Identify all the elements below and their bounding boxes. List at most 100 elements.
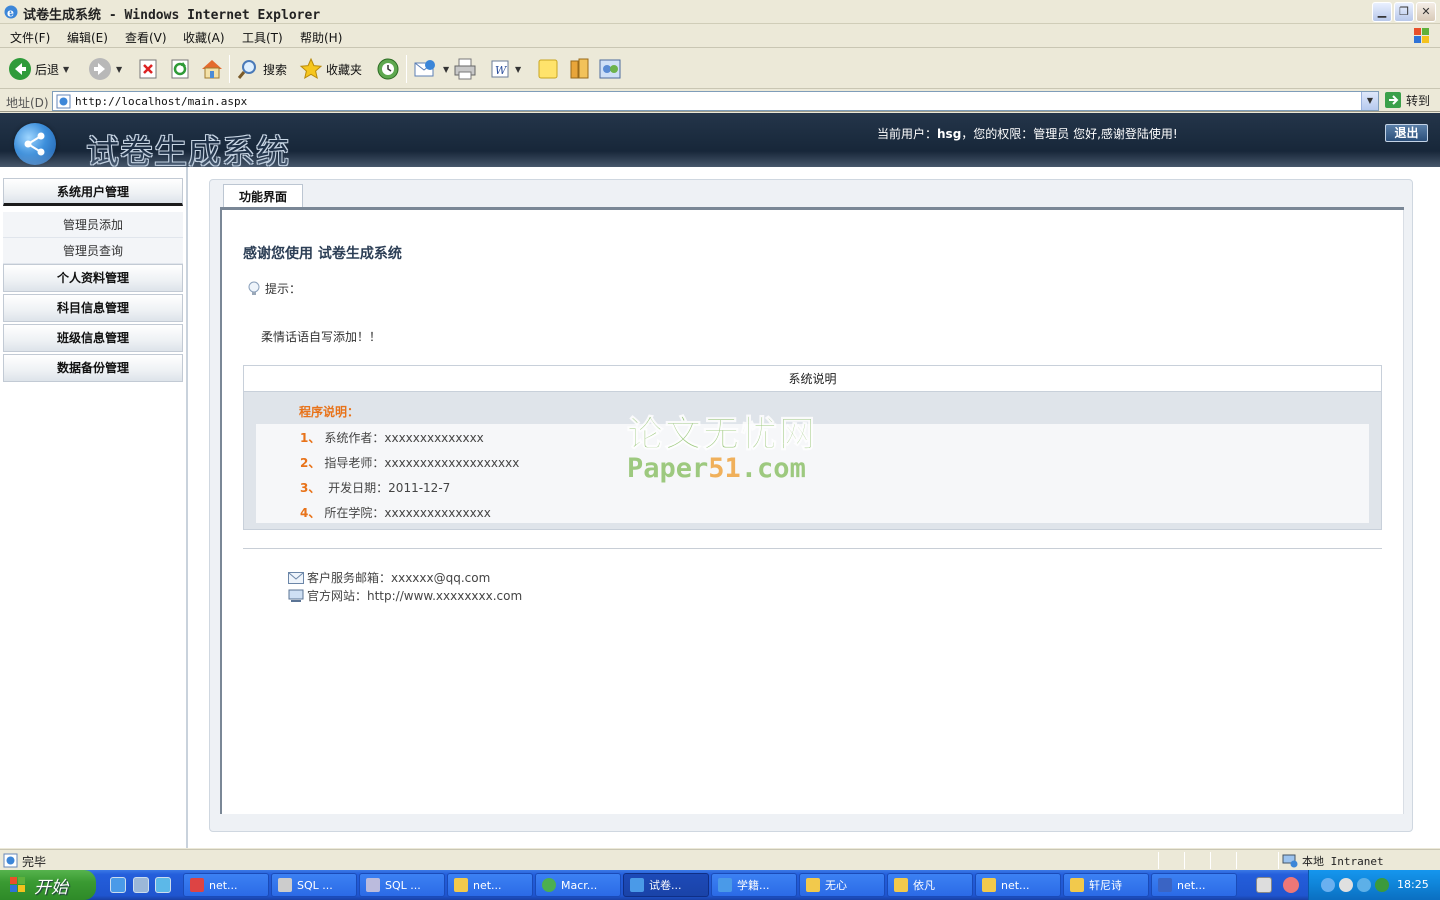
refresh-button[interactable] bbox=[169, 55, 191, 83]
edit-dropdown-icon[interactable]: ▼ bbox=[515, 65, 521, 74]
address-dropdown-icon[interactable]: ▼ bbox=[1361, 92, 1378, 110]
window-titlebar: e 试卷生成系统 - Windows Internet Explorer ▁ ❐… bbox=[0, 0, 1440, 24]
discuss-button[interactable] bbox=[536, 55, 560, 83]
print-button[interactable] bbox=[453, 55, 477, 83]
list-item: 3、 开发日期：2011-12-7 bbox=[300, 481, 451, 495]
window-title: 试卷生成系统 - Windows Internet Explorer bbox=[23, 8, 321, 23]
sidebar-group-system-users[interactable]: 系统用户管理 bbox=[3, 178, 183, 206]
volume-icon[interactable] bbox=[1339, 878, 1353, 892]
svg-text:W: W bbox=[495, 64, 508, 77]
sidebar-item-admin-add[interactable]: 管理员添加 bbox=[3, 212, 183, 238]
website-icon bbox=[288, 589, 304, 602]
svg-text:e: e bbox=[7, 7, 14, 20]
sidebar-group-classes[interactable]: 班级信息管理 bbox=[3, 324, 183, 352]
taskbar: 开始 net... SQL ... SQL ... net... Macr...… bbox=[0, 870, 1440, 900]
back-button[interactable]: 后退 ▼ bbox=[8, 55, 69, 83]
go-button[interactable]: 转到 bbox=[1384, 91, 1430, 109]
task-net-2[interactable]: net... bbox=[447, 873, 533, 897]
network-icon[interactable] bbox=[1321, 878, 1335, 892]
forward-button[interactable]: ▼ bbox=[88, 55, 122, 83]
security-zone[interactable]: 本地 Intranet bbox=[1282, 853, 1384, 869]
desktop-quicklaunch-icon[interactable] bbox=[133, 877, 149, 893]
status-bar: 完毕 本地 Intranet bbox=[0, 849, 1440, 870]
restore-button[interactable]: ❐ bbox=[1394, 2, 1414, 22]
task-net-3[interactable]: net... bbox=[975, 873, 1061, 897]
task-sql-1[interactable]: SQL ... bbox=[271, 873, 357, 897]
favorites-button[interactable]: 收藏夹 bbox=[299, 55, 362, 83]
messenger-icon bbox=[599, 59, 621, 79]
address-input[interactable]: http://localhost/main.aspx ▼ bbox=[52, 91, 1379, 111]
home-button[interactable] bbox=[200, 55, 224, 83]
program-title: 程序说明： bbox=[299, 405, 360, 419]
user-info: 当前用户：hsg，您的权限：管理员 您好,感谢登陆使用! bbox=[877, 127, 1178, 141]
sidebar-group-profile[interactable]: 个人资料管理 bbox=[3, 264, 183, 292]
messenger-tray-icon[interactable] bbox=[1357, 878, 1371, 892]
search-button[interactable]: 搜索 bbox=[236, 55, 287, 83]
outlook-quicklaunch-icon[interactable] bbox=[155, 877, 171, 893]
tender-text: 柔情话语自写添加！！ bbox=[261, 330, 382, 344]
search-icon bbox=[237, 60, 256, 79]
tray-collapse-icon[interactable] bbox=[1283, 877, 1299, 893]
keyboard-icon[interactable] bbox=[1256, 877, 1272, 893]
list-item: 4、 所在学院：xxxxxxxxxxxxxxx bbox=[300, 506, 491, 520]
back-arrow-icon bbox=[9, 58, 31, 80]
content-area: 感谢您使用 试卷生成系统 提示： 柔情话语自写添加！！ 系统说明 程序说明： 1… bbox=[220, 210, 1404, 814]
main-panel: 功能界面 感谢您使用 试卷生成系统 提示： 柔情话语自写添加！！ 系统说明 程序… bbox=[209, 179, 1413, 832]
refresh-icon bbox=[171, 59, 189, 79]
edit-button[interactable]: W ▼ bbox=[489, 55, 521, 83]
page-done-icon bbox=[3, 853, 18, 868]
sidebar: 系统用户管理 管理员添加 管理员查询 个人资料管理 科目信息管理 班级信息管理 … bbox=[0, 167, 188, 848]
forward-dropdown-icon[interactable]: ▼ bbox=[116, 65, 122, 74]
history-button[interactable] bbox=[376, 55, 400, 83]
menu-tools[interactable]: 工具(T) bbox=[242, 29, 283, 46]
logo-icon bbox=[14, 123, 56, 165]
clock: 18:25 bbox=[1397, 878, 1429, 891]
task-xueji[interactable]: 学籍... bbox=[711, 873, 797, 897]
standard-toolbar: 后退 ▼ ▼ 搜索 收藏夹 ▼ W ▼ bbox=[0, 49, 1440, 89]
menu-file[interactable]: 文件(F) bbox=[10, 29, 50, 46]
task-exam-ie[interactable]: 试卷... bbox=[623, 873, 709, 897]
back-dropdown-icon[interactable]: ▼ bbox=[63, 65, 69, 74]
messenger-button[interactable] bbox=[598, 55, 622, 83]
task-sql-2[interactable]: SQL ... bbox=[359, 873, 445, 897]
shield-icon[interactable] bbox=[1375, 878, 1389, 892]
minimize-button[interactable]: ▁ bbox=[1372, 2, 1392, 22]
word-icon: W bbox=[491, 60, 509, 78]
close-button[interactable]: ✕ bbox=[1416, 2, 1436, 22]
menu-favorites[interactable]: 收藏(A) bbox=[183, 29, 225, 46]
ie-quicklaunch-icon[interactable] bbox=[110, 877, 126, 893]
task-macromedia[interactable]: Macr... bbox=[535, 873, 621, 897]
task-yifan[interactable]: 依凡 bbox=[887, 873, 973, 897]
sidebar-group-subjects[interactable]: 科目信息管理 bbox=[3, 294, 183, 322]
watermark-logo: 论文无忧网 Paper51.com bbox=[627, 414, 818, 485]
web-page: 试卷生成系统 当前用户：hsg，您的权限：管理员 您好,感谢登陆使用! 退出 系… bbox=[0, 113, 1440, 848]
history-icon bbox=[377, 58, 399, 80]
page-header: 试卷生成系统 当前用户：hsg，您的权限：管理员 您好,感谢登陆使用! 退出 bbox=[0, 113, 1440, 171]
stop-button[interactable] bbox=[137, 55, 159, 83]
task-wuxin[interactable]: 无心 bbox=[799, 873, 885, 897]
task-net-word[interactable]: net... bbox=[1151, 873, 1237, 897]
system-info-header: 系统说明 bbox=[244, 366, 1381, 392]
sidebar-item-admin-query[interactable]: 管理员查询 bbox=[3, 238, 183, 264]
note-icon bbox=[538, 59, 558, 79]
research-button[interactable] bbox=[568, 55, 592, 83]
stop-icon bbox=[139, 59, 157, 79]
hint-row: 提示： bbox=[247, 280, 301, 297]
books-icon bbox=[570, 58, 589, 79]
address-bar: 地址(D) http://localhost/main.aspx ▼ 转到 bbox=[0, 90, 1440, 112]
page-icon bbox=[56, 94, 71, 109]
menu-edit[interactable]: 编辑(E) bbox=[67, 29, 108, 46]
mail-dropdown-icon[interactable]: ▼ bbox=[443, 65, 449, 74]
tab-function[interactable]: 功能界面 bbox=[223, 184, 303, 208]
contact-email: 客户服务邮箱：xxxxxx@qq.com bbox=[288, 569, 490, 586]
current-username: hsg bbox=[937, 127, 962, 141]
logout-button[interactable]: 退出 bbox=[1385, 124, 1428, 142]
mail-button[interactable]: ▼ bbox=[413, 55, 449, 83]
task-net-1[interactable]: net... bbox=[183, 873, 269, 897]
menu-help[interactable]: 帮助(H) bbox=[300, 29, 342, 46]
sidebar-group-backup[interactable]: 数据备份管理 bbox=[3, 354, 183, 382]
menu-view[interactable]: 查看(V) bbox=[125, 29, 167, 46]
task-xuanni[interactable]: 轩尼诗 bbox=[1063, 873, 1149, 897]
windows-flag-icon bbox=[1414, 28, 1429, 43]
start-button[interactable]: 开始 bbox=[0, 870, 96, 900]
